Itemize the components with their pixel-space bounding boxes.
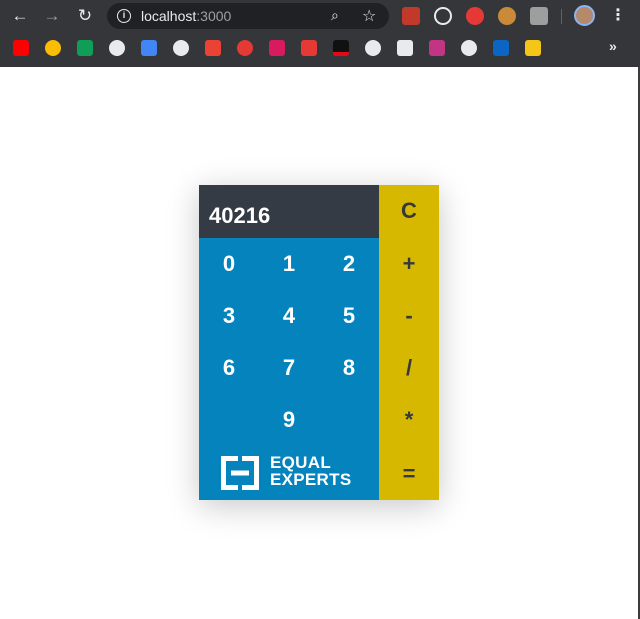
m-icon[interactable] — [269, 40, 285, 56]
digit-0-button[interactable]: 0 — [199, 238, 259, 290]
equals-button[interactable]: = — [379, 448, 439, 500]
logo-line-2: EXPERTS — [270, 470, 352, 489]
calculator-display: 40216 — [199, 185, 379, 238]
add-button[interactable]: + — [379, 238, 439, 290]
digit-4-button[interactable]: 4 — [259, 290, 319, 342]
extension-icon-2[interactable] — [434, 7, 452, 25]
instagram-icon[interactable] — [429, 40, 445, 56]
drive-icon[interactable] — [77, 40, 93, 56]
divide-button[interactable]: / — [379, 342, 439, 394]
url-host: localhost — [141, 8, 197, 24]
youtube-icon[interactable] — [13, 40, 29, 56]
linkedin-icon[interactable] — [493, 40, 509, 56]
arrow-left-icon[interactable]: ← — [9, 5, 31, 27]
extension-icon-1[interactable] — [402, 7, 420, 25]
browser-chrome: ← → ↻ i localhost:3000 ⌕ ☆ ⋮ » — [0, 0, 640, 67]
netflix-icon[interactable] — [333, 40, 349, 56]
imdb-icon[interactable] — [525, 40, 541, 56]
globe-icon[interactable] — [173, 40, 189, 56]
cookie-icon[interactable] — [498, 7, 516, 25]
calculator: 40216 0 1 2 3 4 5 6 7 8 9 EQUAL EXPERTS … — [199, 185, 439, 500]
info-icon[interactable]: i — [117, 9, 131, 23]
gmail-icon[interactable] — [205, 40, 221, 56]
display-value: 40216 — [209, 203, 271, 228]
github-icon[interactable] — [365, 40, 381, 56]
equal-experts-mark-icon — [221, 456, 259, 490]
numpad: 0 1 2 3 4 5 6 7 8 9 EQUAL EXPERTS — [199, 238, 379, 500]
url-text[interactable]: localhost:3000 — [141, 8, 231, 24]
subtract-button[interactable]: - — [379, 290, 439, 342]
digit-1-button[interactable]: 1 — [259, 238, 319, 290]
chart-app-icon[interactable] — [397, 40, 413, 56]
marvel-icon[interactable] — [301, 40, 317, 56]
digit-3-button[interactable]: 3 — [199, 290, 259, 342]
extension-icon-5[interactable] — [530, 7, 548, 25]
kebab-menu-icon[interactable]: ⋮ — [610, 5, 626, 25]
digit-2-button[interactable]: 2 — [319, 238, 379, 290]
toolbar-separator — [561, 9, 562, 24]
zoom-icon[interactable]: ⌕ — [331, 7, 339, 24]
arrow-right-icon[interactable]: → — [41, 5, 63, 27]
extension-icon-3[interactable] — [466, 7, 484, 25]
digit-9-button[interactable]: 9 — [259, 394, 319, 446]
logo-line-1: EQUAL — [270, 453, 331, 472]
translate-icon[interactable] — [141, 40, 157, 56]
digit-7-button[interactable]: 7 — [259, 342, 319, 394]
globe-icon[interactable] — [461, 40, 477, 56]
reload-icon[interactable]: ↻ — [74, 5, 96, 27]
address-bar[interactable]: i localhost:3000 ⌕ ☆ — [107, 3, 389, 29]
multiply-button[interactable]: * — [379, 394, 439, 446]
operator-column: C + - / * = — [379, 185, 439, 500]
photos-icon[interactable] — [45, 40, 61, 56]
bookmarks-bar: » — [0, 36, 640, 60]
star-icon[interactable]: ☆ — [362, 6, 376, 26]
globe-icon[interactable] — [109, 40, 125, 56]
url-port: :3000 — [196, 8, 232, 24]
eye-icon[interactable] — [237, 40, 253, 56]
digit-5-button[interactable]: 5 — [319, 290, 379, 342]
page-content: 40216 0 1 2 3 4 5 6 7 8 9 EQUAL EXPERTS … — [0, 67, 640, 619]
clear-button[interactable]: C — [379, 185, 439, 237]
equal-experts-logo: EQUAL EXPERTS — [221, 454, 361, 492]
avatar[interactable] — [574, 5, 595, 26]
double-chevron-icon[interactable]: » — [609, 38, 617, 54]
digit-6-button[interactable]: 6 — [199, 342, 259, 394]
logo-text: EQUAL EXPERTS — [270, 454, 351, 488]
browser-toolbar: ← → ↻ i localhost:3000 ⌕ ☆ ⋮ — [0, 0, 640, 33]
digit-8-button[interactable]: 8 — [319, 342, 379, 394]
